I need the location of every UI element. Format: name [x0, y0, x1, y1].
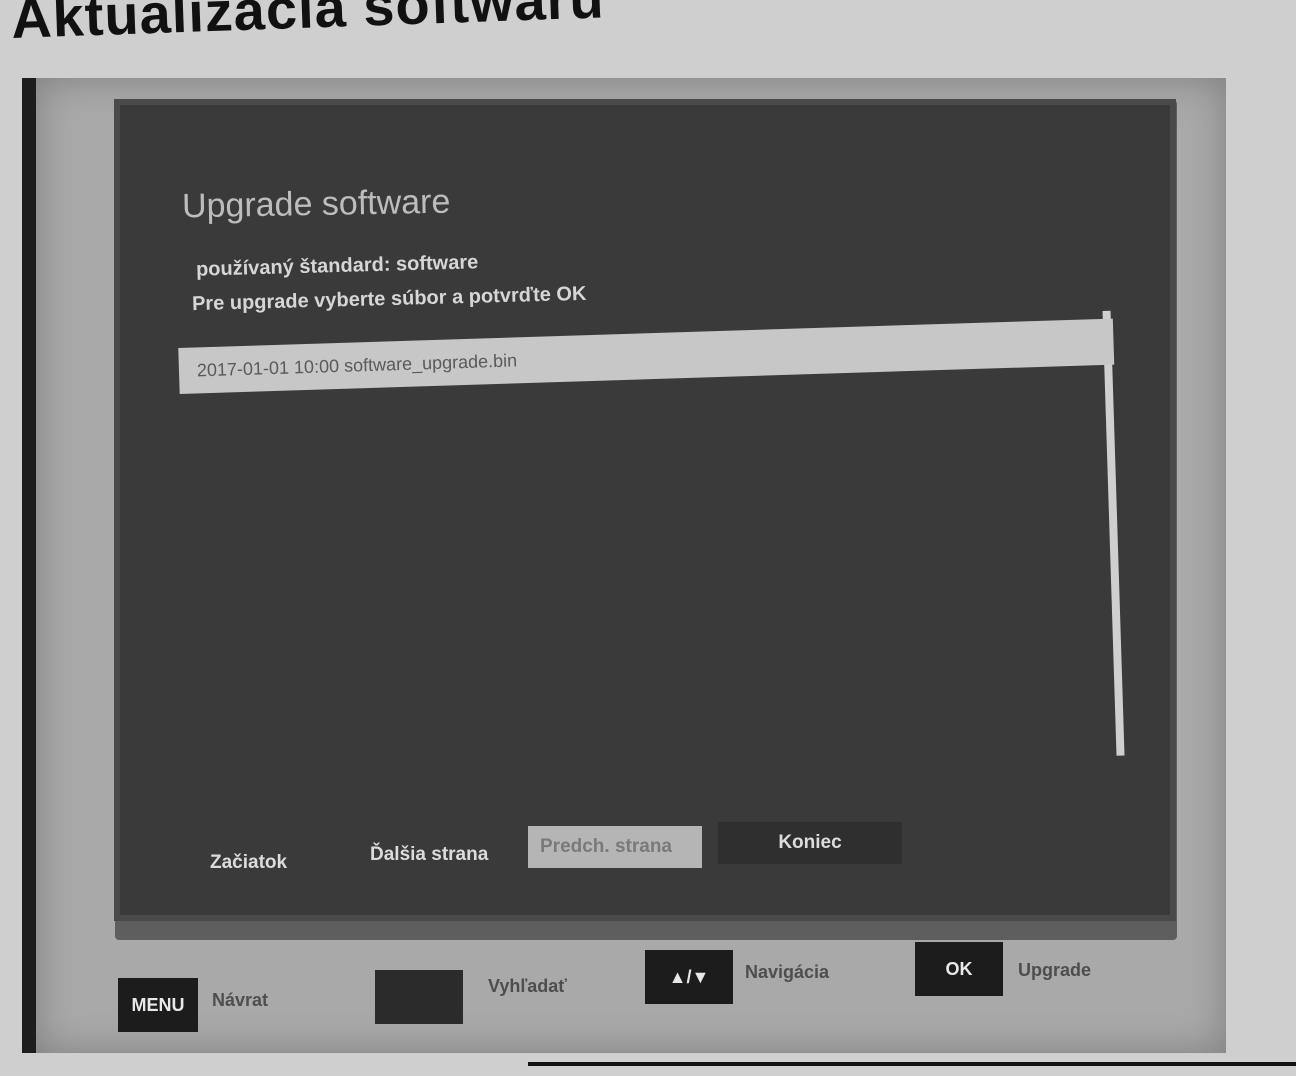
arrow-keys-icon: ▲/▼ [645, 950, 733, 1004]
previous-page-button[interactable]: Predch. strana [528, 826, 702, 868]
next-page-button[interactable]: Ďalšia strana [358, 834, 500, 876]
dialog-title: Upgrade software [181, 182, 451, 226]
file-list: 2017-01-01 10:00 software_upgrade.bin [178, 310, 1127, 790]
last-page-button[interactable]: Koniec [718, 822, 902, 864]
color-key-label: Vyhľadať [488, 976, 567, 996]
page-divider [528, 1062, 1296, 1066]
ok-key-icon: OK [915, 942, 1003, 996]
arrow-keys-label: Navigácia [745, 962, 830, 982]
first-page-button[interactable]: Začiatok [198, 842, 299, 884]
ok-key-label: Upgrade [1018, 960, 1092, 980]
page-heading: Aktualizácia softwaru [10, 0, 606, 50]
menu-key-icon: MENU [118, 978, 198, 1032]
color-key-icon [375, 970, 463, 1024]
menu-key-label: Návrat [212, 990, 269, 1010]
